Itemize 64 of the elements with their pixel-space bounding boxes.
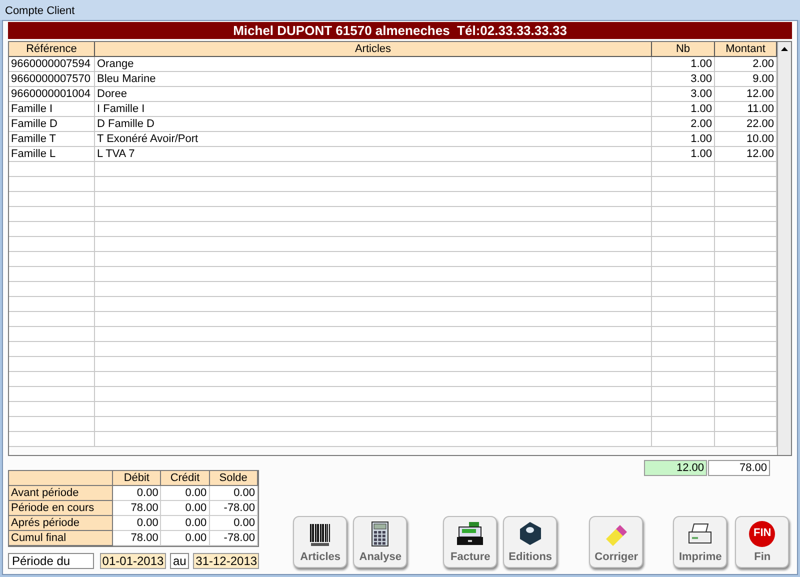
column-header: Articles xyxy=(95,42,652,56)
table-cell: 78.00 xyxy=(113,501,162,516)
barcode-icon xyxy=(309,522,332,546)
table-cell: -78.00 xyxy=(210,531,258,546)
toolbar-button[interactable]: Imprime xyxy=(673,516,728,568)
table-cell: 0.00 xyxy=(113,486,162,501)
column-header: Crédit xyxy=(161,471,210,486)
end-date-field[interactable]: 31-12-2013 xyxy=(193,553,260,569)
table-cell: 0.00 xyxy=(210,486,258,501)
table-cell: Bleu Marine xyxy=(95,72,652,86)
column-header: Débit xyxy=(113,471,162,486)
to-label: au xyxy=(170,553,190,569)
calculator-icon xyxy=(371,520,390,546)
table-cell: 0.00 xyxy=(161,516,210,531)
table-cell: -78.00 xyxy=(210,501,258,516)
nb-total: 12.00 xyxy=(644,460,707,476)
table-cell: 9660000007570 xyxy=(9,72,95,86)
stop-sign-icon: FIN xyxy=(749,520,776,546)
table-cell: 3.00 xyxy=(652,87,715,101)
table-cell: 0.00 xyxy=(161,531,210,546)
column-header: Solde xyxy=(210,471,258,486)
column-header: Référence xyxy=(9,42,95,56)
cash-register-icon xyxy=(455,520,486,546)
toolbar-button[interactable]: FIN Fin xyxy=(735,516,790,568)
table-cell: Famille L xyxy=(9,147,95,161)
table-cell: 9660000001004 xyxy=(9,87,95,101)
table-cell: Famille D xyxy=(9,117,95,131)
table-cell: L TVA 7 xyxy=(95,147,652,161)
toolbar-button[interactable]: Facture xyxy=(443,516,498,568)
start-date-field[interactable]: 01-01-2013 xyxy=(100,553,166,569)
window-title: Compte Client xyxy=(0,0,800,20)
table-cell: D Famille D xyxy=(95,117,652,131)
toolbar-button[interactable]: Articles xyxy=(293,516,348,568)
table-cell: 78.00 xyxy=(113,531,162,546)
table-cell: Famille I xyxy=(9,102,95,116)
toolbar-button[interactable]: Corriger xyxy=(589,516,644,568)
row-label: Aprés période xyxy=(9,516,113,531)
table-cell: 2.00 xyxy=(652,117,715,131)
scrollbar[interactable] xyxy=(777,42,791,455)
table-cell: T Exonéré Avoir/Port xyxy=(95,132,652,146)
printer-icon xyxy=(687,522,714,546)
table-cell: 1.00 xyxy=(652,102,715,116)
table-cell: 1.00 xyxy=(652,132,715,146)
table-cell: 1.00 xyxy=(652,57,715,71)
period-label: Période du xyxy=(8,553,94,569)
table-cell: 0.00 xyxy=(113,516,162,531)
amount-total: 78.00 xyxy=(708,460,770,476)
table-cell: I Famille I xyxy=(95,102,652,116)
table-cell: Famille T xyxy=(9,132,95,146)
table-cell: 1.00 xyxy=(652,147,715,161)
row-label: Période en cours xyxy=(9,501,113,516)
table-cell: 0.00 xyxy=(210,516,258,531)
table-cell: 9660000007594 xyxy=(9,57,95,71)
column-header: Nb xyxy=(652,42,715,56)
toolbar-button[interactable]: Analyse xyxy=(353,516,408,568)
toolbar-button[interactable]: Editions xyxy=(503,516,558,568)
table-cell: 0.00 xyxy=(161,501,210,516)
client-header: Michel DUPONT 61570 almeneches Tél:02.33.33.33.33 xyxy=(8,22,792,39)
table-cell: 0.00 xyxy=(161,486,210,501)
table-cell: 3.00 xyxy=(652,72,715,86)
table-cell: Doree xyxy=(95,87,652,101)
table-cell: Orange xyxy=(95,57,652,71)
row-label: Cumul final xyxy=(9,531,113,546)
row-label: Avant période xyxy=(9,486,113,501)
